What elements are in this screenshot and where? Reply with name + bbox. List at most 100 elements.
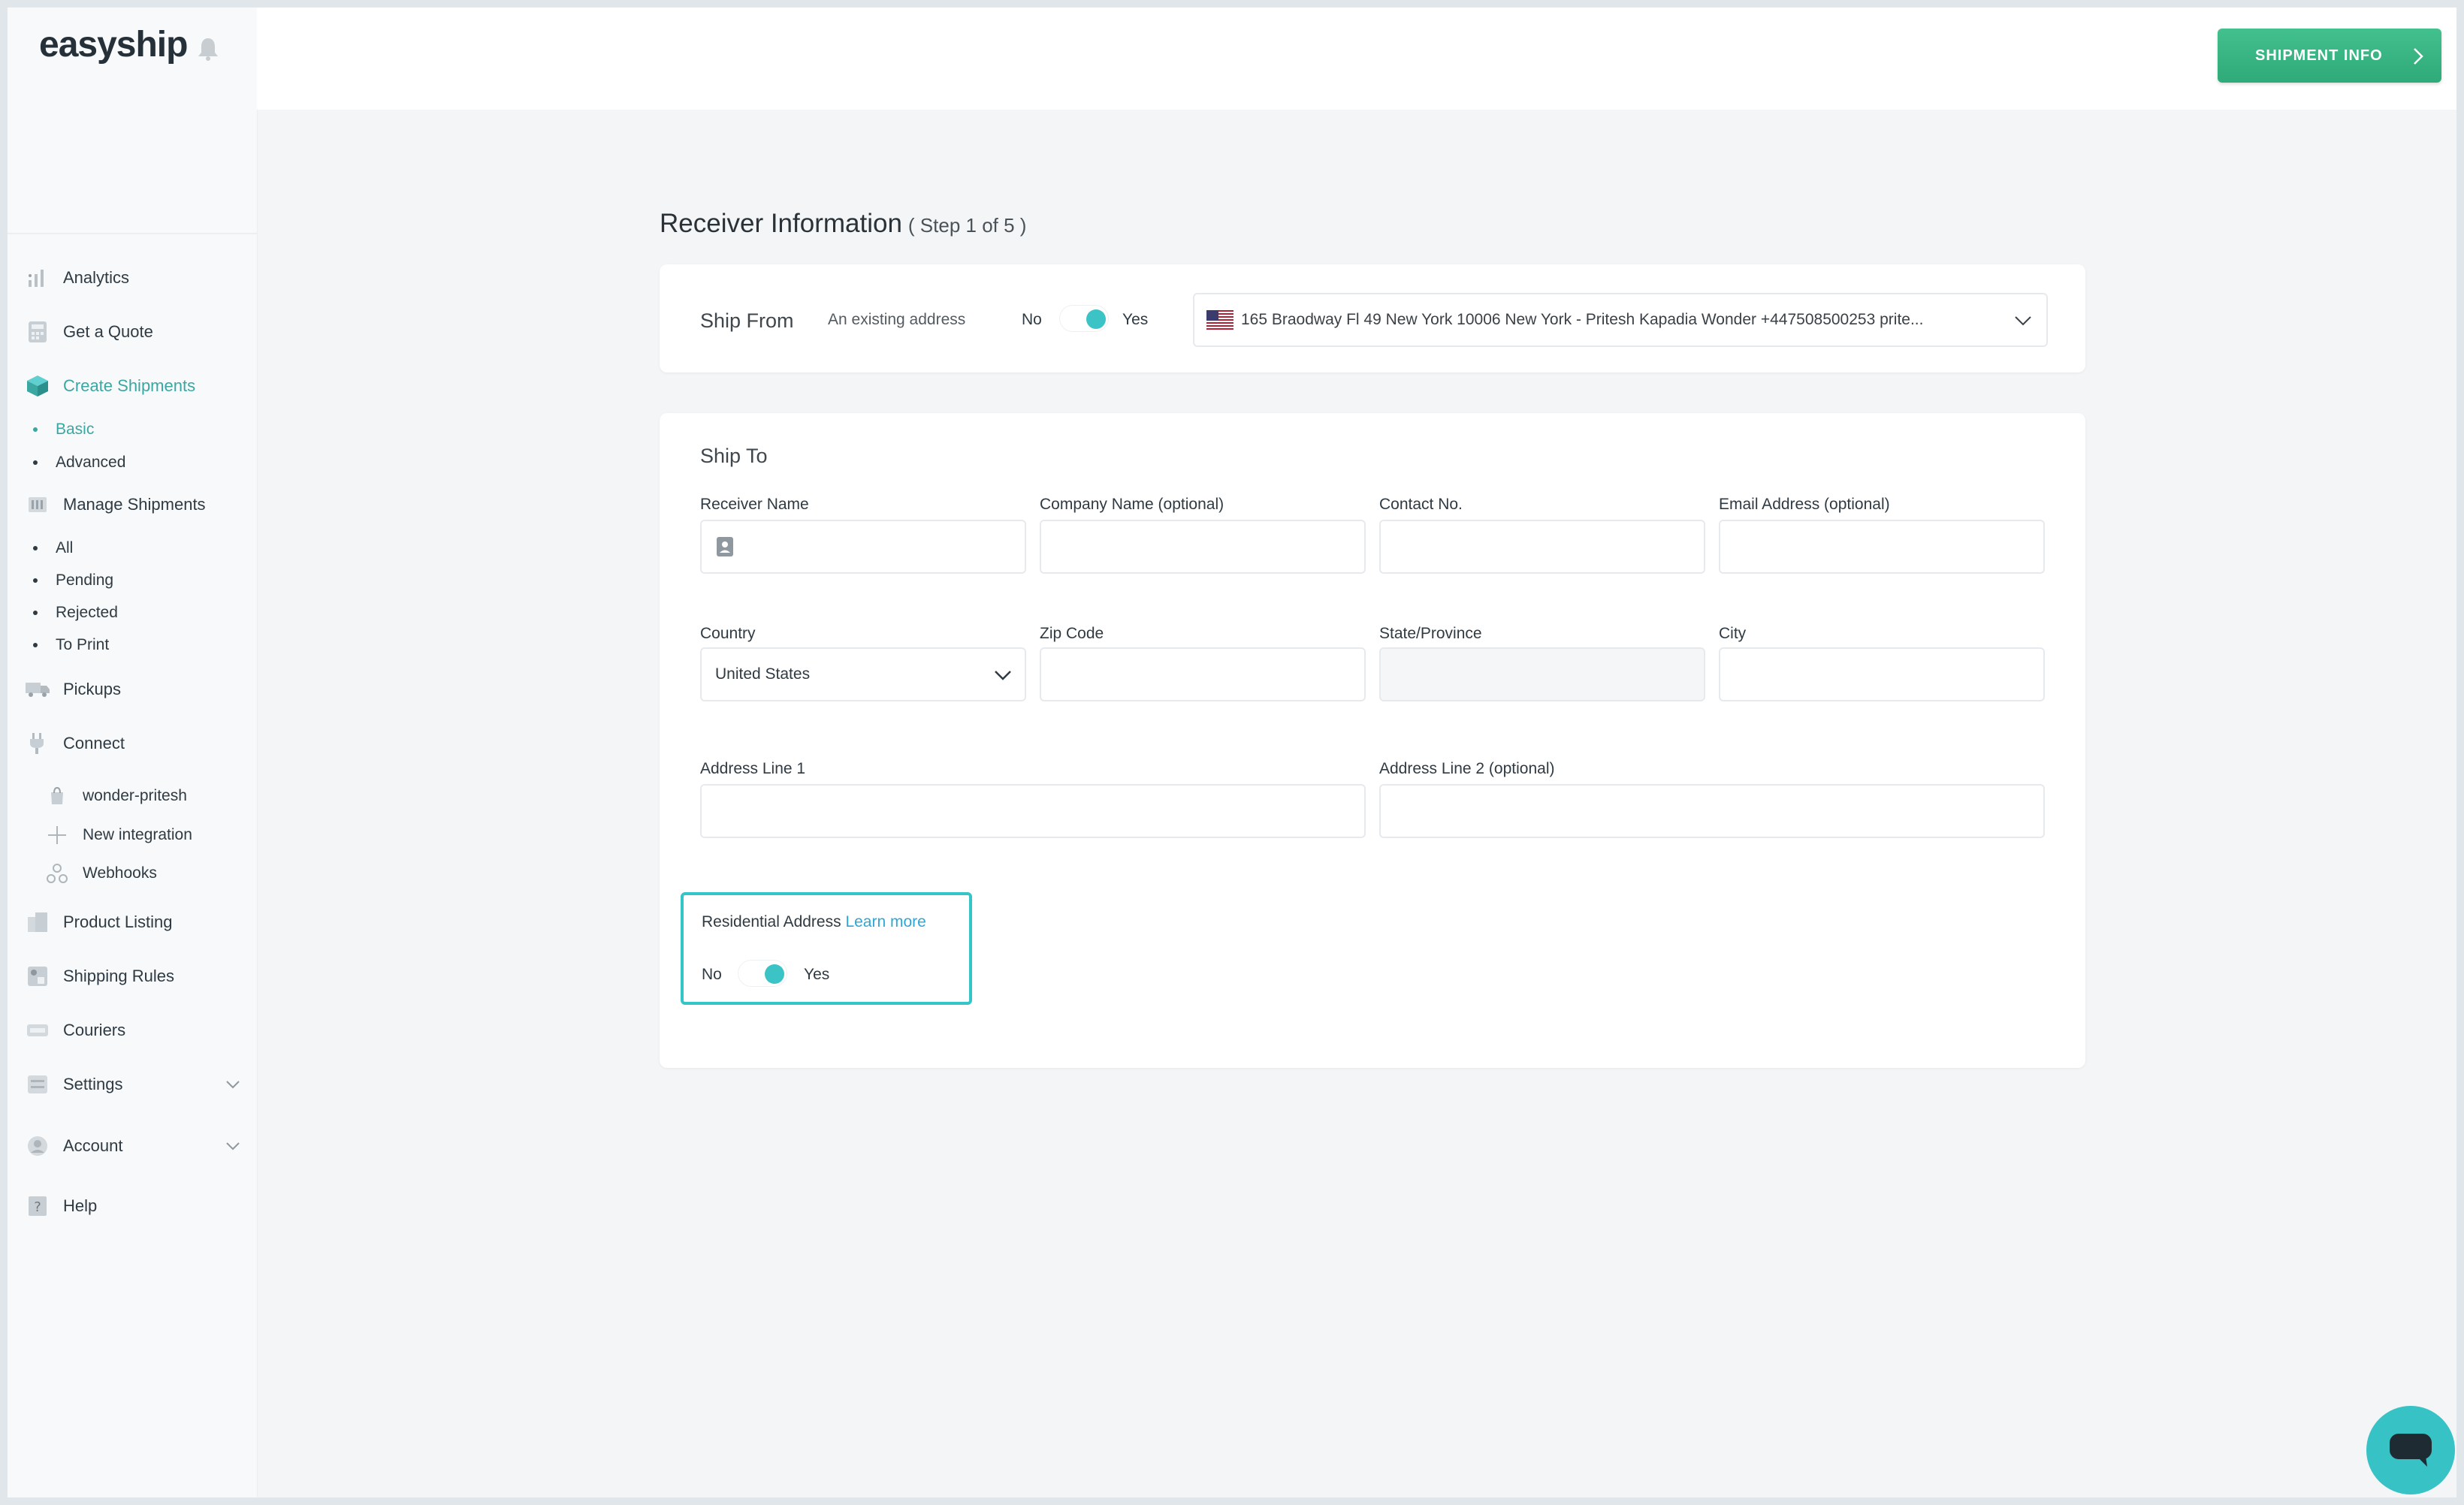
sidebar-item-label: Get a Quote <box>63 322 153 341</box>
sidebar-item-settings[interactable]: Settings <box>24 1066 242 1102</box>
ship-to-title: Ship To <box>700 445 768 467</box>
sidebar-item-connect[interactable]: Connect <box>24 725 242 762</box>
existing-address-label: An existing address <box>828 311 966 328</box>
webhooks-icon <box>44 860 71 887</box>
chevron-down-icon <box>2015 316 2031 326</box>
sidebar-integration-new[interactable]: New integration <box>44 820 192 850</box>
toggle-yes-label: Yes <box>804 966 830 983</box>
sidebar-subitem-pending[interactable]: Pending <box>33 567 113 594</box>
address-line-1-input[interactable] <box>700 784 1366 838</box>
residential-label-text: Residential Address <box>702 913 841 930</box>
zip-code-label: Zip Code <box>1040 625 1104 642</box>
notification-bell-icon[interactable] <box>197 36 219 62</box>
contact-book-icon[interactable] <box>715 535 735 558</box>
shipment-info-button[interactable]: SHIPMENT INFO <box>2218 29 2441 83</box>
products-icon <box>24 909 51 936</box>
sidebar-integration-store[interactable]: wonder-pritesh <box>44 781 187 811</box>
residential-address-box: Residential Address Learn more No Yes <box>681 892 972 1005</box>
sidebar-item-shipping-rules[interactable]: Shipping Rules <box>24 958 242 994</box>
sidebar-subitem-rejected[interactable]: Rejected <box>33 599 118 626</box>
settings-icon <box>24 1071 51 1098</box>
analytics-icon <box>24 264 51 291</box>
selected-address: 165 Braodway Fl 49 New York 10006 New Yo… <box>1241 311 1924 328</box>
learn-more-link[interactable]: Learn more <box>845 913 926 930</box>
receiver-name-input[interactable] <box>700 520 1026 574</box>
sidebar-item-label: Help <box>63 1196 98 1215</box>
sidebar: easyship Analytics Get a Quote Create Sh… <box>8 8 258 1497</box>
store-icon <box>44 783 71 810</box>
receiver-name-label: Receiver Name <box>700 496 809 513</box>
integration-label: New integration <box>83 826 192 843</box>
bullet <box>33 460 38 465</box>
country-label: Country <box>700 625 756 642</box>
sidebar-subitem-all[interactable]: All <box>33 535 73 562</box>
contact-no-label: Contact No. <box>1379 496 1463 513</box>
plug-icon <box>24 730 51 757</box>
subitem-label: All <box>56 539 74 556</box>
sidebar-item-label: Analytics <box>63 268 130 287</box>
city-input[interactable] <box>1719 647 2045 701</box>
subitem-label: Advanced <box>56 454 126 471</box>
logo-area: easyship <box>8 8 257 233</box>
existing-address-toggle[interactable] <box>1059 305 1109 332</box>
company-name-label: Company Name (optional) <box>1040 496 1224 513</box>
city-label: City <box>1719 625 1747 642</box>
step-indicator: ( Step 1 of 5 ) <box>907 214 1027 237</box>
sidebar-item-manage-shipments[interactable]: Manage Shipments <box>24 487 242 523</box>
calculator-icon <box>24 318 51 345</box>
sidebar-item-help[interactable]: ? Help <box>24 1188 242 1224</box>
list-icon <box>24 491 51 518</box>
address-line-2-label: Address Line 2 (optional) <box>1379 760 1555 777</box>
bullet <box>33 546 38 550</box>
help-icon: ? <box>24 1193 51 1220</box>
sidebar-item-label: Connect <box>63 734 125 752</box>
bullet <box>33 427 38 432</box>
subitem-label: Basic <box>56 421 95 438</box>
page-title: Receiver Information( Step 1 of 5 ) <box>660 209 1026 239</box>
sidebar-item-pickups[interactable]: Pickups <box>24 671 242 707</box>
toggle-yes-label: Yes <box>1122 311 1149 328</box>
bullet <box>33 578 38 583</box>
easyship-logo[interactable]: easyship <box>39 24 188 65</box>
sidebar-subitem-to-print[interactable]: To Print <box>33 632 109 659</box>
sidebar-integration-webhooks[interactable]: Webhooks <box>44 858 157 888</box>
subitem-label: To Print <box>56 636 110 653</box>
sidebar-separator <box>8 233 257 234</box>
state-label: State/Province <box>1379 625 1482 642</box>
sidebar-item-analytics[interactable]: Analytics <box>24 260 242 296</box>
email-label: Email Address (optional) <box>1719 496 1890 513</box>
toggle-no-label: No <box>702 966 722 983</box>
address-line-1-label: Address Line 1 <box>700 760 806 777</box>
ship-from-card: Ship From An existing address No Yes 165… <box>660 264 2085 372</box>
company-name-input[interactable] <box>1040 520 1366 574</box>
state-input <box>1379 647 1705 701</box>
subitem-label: Pending <box>56 572 114 589</box>
residential-address-toggle[interactable] <box>738 960 787 987</box>
email-input[interactable] <box>1719 520 2045 574</box>
address-line-2-input[interactable] <box>1379 784 2045 838</box>
country-select[interactable]: United States <box>700 647 1026 701</box>
sidebar-item-account[interactable]: Account <box>24 1128 242 1164</box>
ship-from-address-select[interactable]: 165 Braodway Fl 49 New York 10006 New Yo… <box>1193 293 2048 347</box>
contact-no-input[interactable] <box>1379 520 1705 574</box>
residential-address-label: Residential Address Learn more <box>702 913 926 931</box>
zip-code-input[interactable] <box>1040 647 1366 701</box>
chat-support-button[interactable] <box>2366 1406 2455 1494</box>
ship-from-label: Ship From <box>700 309 794 332</box>
sidebar-item-label: Shipping Rules <box>63 967 174 985</box>
account-icon <box>24 1133 51 1160</box>
chevron-down-icon <box>226 1081 240 1089</box>
sidebar-item-couriers[interactable]: Couriers <box>24 1012 242 1048</box>
sidebar-item-label: Create Shipments <box>63 376 196 395</box>
sidebar-item-get-a-quote[interactable]: Get a Quote <box>24 314 242 350</box>
sidebar-item-label: Pickups <box>63 680 122 698</box>
sidebar-item-product-listing[interactable]: Product Listing <box>24 904 242 940</box>
chevron-down-icon <box>226 1142 240 1151</box>
sidebar-item-label: Couriers <box>63 1021 126 1039</box>
bullet <box>33 611 38 615</box>
sidebar-item-create-shipments[interactable]: Create Shipments <box>24 368 242 404</box>
sidebar-item-label: Manage Shipments <box>63 495 206 514</box>
rules-icon <box>24 963 51 990</box>
sidebar-subitem-advanced[interactable]: Advanced <box>33 449 125 476</box>
sidebar-subitem-basic[interactable]: Basic <box>33 416 94 443</box>
